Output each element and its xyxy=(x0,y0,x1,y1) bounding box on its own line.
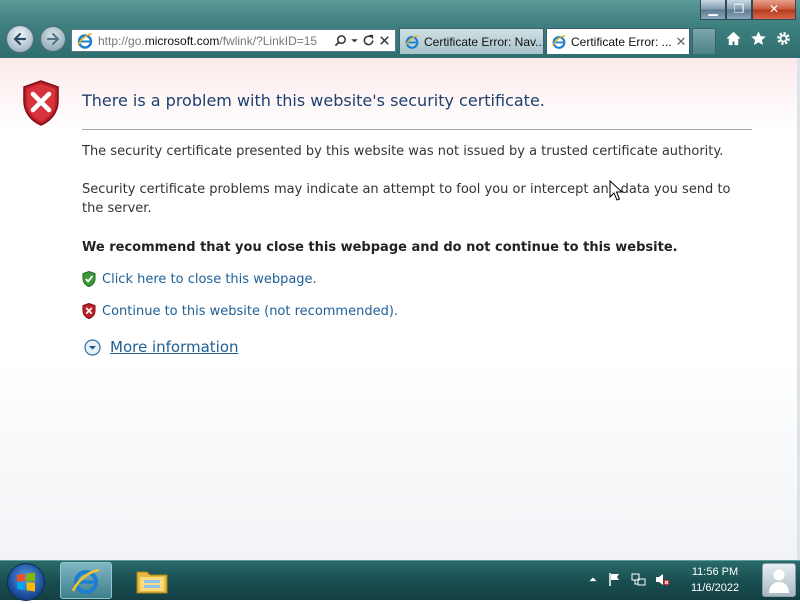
window-controls: ▁ ❐ ✕ xyxy=(700,0,796,20)
chevron-down-icon[interactable] xyxy=(350,34,359,47)
continue-website-row: Continue to this website (not recommende… xyxy=(82,303,398,319)
taskbar: 11:56 PM 11/6/2022 xyxy=(0,560,800,601)
close-window-button[interactable]: ✕ xyxy=(752,0,796,20)
forward-button[interactable] xyxy=(40,26,66,52)
ie-icon xyxy=(405,34,419,49)
more-information-row[interactable]: More information xyxy=(84,338,239,356)
search-icon[interactable] xyxy=(334,34,347,47)
stop-icon[interactable] xyxy=(378,34,391,47)
minimize-button[interactable]: ▁ xyxy=(700,0,726,20)
browser-toolbar-icons xyxy=(725,30,792,47)
url-text[interactable]: http://go.microsoft.com/fwlink/?LinkID=1… xyxy=(98,34,334,48)
error-warning: Security certificate problems may indica… xyxy=(82,182,731,216)
divider xyxy=(82,129,752,130)
volume-muted-icon[interactable] xyxy=(655,572,670,587)
maximize-button[interactable]: ❐ xyxy=(726,0,752,20)
tab-certificate-error-2[interactable]: Certificate Error: ... ✕ xyxy=(546,28,690,54)
windows-logo-icon xyxy=(17,572,35,592)
ie-icon xyxy=(77,32,93,49)
action-center-flag-icon[interactable] xyxy=(607,572,622,587)
error-description: The security certificate presented by th… xyxy=(82,144,724,159)
shield-check-icon xyxy=(82,271,96,287)
certificate-error-page: There is a problem with this website's s… xyxy=(0,58,797,560)
tab-label: Certificate Error: ... xyxy=(571,34,672,49)
page-title: There is a problem with this website's s… xyxy=(82,91,545,110)
close-webpage-row: Click here to close this webpage. xyxy=(82,271,317,287)
clock[interactable]: 11:56 PM 11/6/2022 xyxy=(685,564,745,596)
address-tools xyxy=(334,34,391,47)
settings-gear-icon[interactable] xyxy=(775,30,792,47)
arrow-left-icon xyxy=(13,32,27,46)
show-hidden-icons-icon[interactable] xyxy=(588,572,598,587)
continue-to-website-link[interactable]: Continue to this website (not recommende… xyxy=(102,304,398,319)
back-button[interactable] xyxy=(6,25,34,53)
browser-chrome: ▁ ❐ ✕ http://go.microsoft.com/fwlink/?Li… xyxy=(0,0,800,58)
home-icon[interactable] xyxy=(725,30,742,47)
shield-error-icon xyxy=(82,303,96,319)
recommendation-text: We recommend that you close this webpage… xyxy=(82,240,678,255)
favorites-star-icon[interactable] xyxy=(750,30,767,47)
arrow-right-icon xyxy=(47,33,59,45)
user-tile[interactable] xyxy=(762,563,796,597)
taskbar-windows-explorer[interactable] xyxy=(128,562,176,599)
tab-certificate-error-1[interactable]: Certificate Error: Nav... xyxy=(399,28,544,54)
system-tray xyxy=(588,572,670,587)
shield-error-icon xyxy=(23,80,59,126)
close-webpage-link[interactable]: Click here to close this webpage. xyxy=(102,272,317,287)
more-information-link[interactable]: More information xyxy=(110,338,239,356)
tab-label: Certificate Error: Nav... xyxy=(424,34,543,49)
windows-explorer-icon xyxy=(136,571,168,593)
new-tab-button[interactable] xyxy=(692,28,716,54)
network-icon[interactable] xyxy=(631,572,646,587)
mouse-cursor-icon xyxy=(609,180,623,201)
taskbar-internet-explorer[interactable] xyxy=(60,562,112,599)
ie-icon xyxy=(552,34,566,49)
chevron-down-circle-icon[interactable] xyxy=(84,338,101,356)
start-button[interactable] xyxy=(7,563,45,601)
clock-time: 11:56 PM xyxy=(691,566,739,578)
user-icon xyxy=(769,569,789,593)
refresh-icon[interactable] xyxy=(362,34,375,47)
clock-date: 11/6/2022 xyxy=(690,582,740,594)
address-bar[interactable]: http://go.microsoft.com/fwlink/?LinkID=1… xyxy=(71,29,396,52)
internet-explorer-icon xyxy=(71,568,100,594)
close-tab-icon[interactable]: ✕ xyxy=(673,34,689,50)
